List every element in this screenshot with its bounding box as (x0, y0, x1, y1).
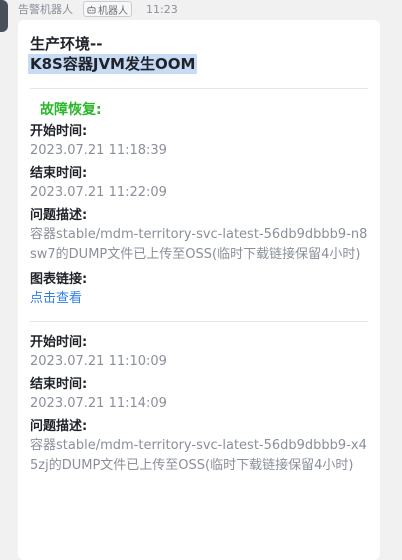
end-time-value: 2023.07.21 11:14:09 (30, 396, 167, 411)
description-label: 问题描述: (30, 208, 88, 223)
end-time-label: 结束时间: (30, 377, 88, 392)
chart-link[interactable]: 点击查看 (30, 289, 368, 309)
end-time-value: 2023.07.21 11:22:09 (30, 185, 167, 200)
section-title: 故障恢复: (40, 102, 102, 118)
start-time-label: 开始时间: (30, 124, 88, 139)
bot-avatar[interactable] (0, 0, 8, 32)
bot-tag: 机器人 (83, 1, 132, 17)
card-title: 生产环境-- K8S容器JVM发生OOM (18, 20, 380, 82)
description-label: 问题描述: (30, 419, 88, 434)
message-header: 告警机器人 机器人 11:23 (18, 0, 178, 18)
bot-tag-label: 机器人 (98, 5, 128, 17)
robot-icon (87, 5, 96, 14)
card-title-line1: 生产环境-- (30, 35, 103, 53)
start-time-value: 2023.07.21 11:18:39 (30, 143, 167, 158)
message-timestamp: 11:23 (146, 2, 178, 16)
end-time-label: 结束时间: (30, 166, 88, 181)
start-time-label: 开始时间: (30, 335, 88, 350)
sender-name[interactable]: 告警机器人 (18, 1, 73, 17)
entry-divider (30, 321, 368, 322)
recovery-section: 故障恢复: 开始时间: 2023.07.21 11:18:39 结束时间: 20… (18, 101, 380, 309)
description-value: 容器stable/mdm-territory-svc-latest-56db9d… (30, 438, 367, 473)
title-divider (30, 88, 368, 89)
entry-1: 开始时间: 2023.07.21 11:18:39 结束时间: 2023.07.… (30, 123, 368, 309)
card-title-line2: K8S容器JVM发生OOM (28, 54, 198, 74)
chart-link-label: 图表链接: (30, 272, 88, 287)
entry-2: 开始时间: 2023.07.21 11:10:09 结束时间: 2023.07.… (18, 334, 380, 476)
start-time-value: 2023.07.21 11:10:09 (30, 354, 167, 369)
alert-message-card: 生产环境-- K8S容器JVM发生OOM 故障恢复: 开始时间: 2023.07… (18, 20, 380, 560)
description-value: 容器stable/mdm-territory-svc-latest-56db9d… (30, 227, 368, 262)
